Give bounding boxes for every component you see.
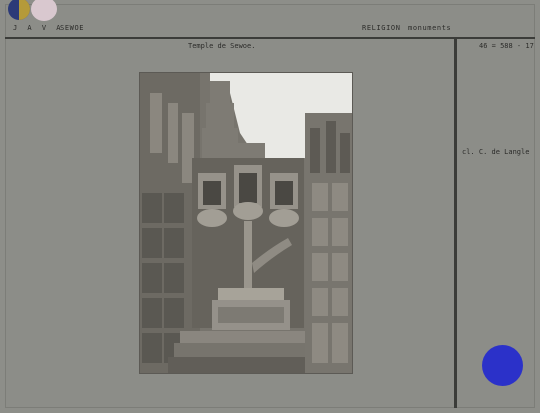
header-subject: monuments — [408, 24, 452, 32]
blue-color-dot — [482, 345, 523, 386]
color-dot-pink — [31, 0, 57, 21]
photo-credit: cl. C. de Langle — [462, 148, 530, 156]
header-island: J A V A — [13, 24, 64, 32]
photo-caption: Temple de Sewoe. — [188, 42, 256, 50]
reference-number: 46 = 588 - 17 — [479, 42, 534, 50]
header-category: RELIGION — [362, 24, 401, 32]
margin-rule — [454, 37, 457, 408]
color-dot-navy-gold — [8, 0, 30, 20]
card-header: J A V A SEWOE RELIGION monuments — [5, 0, 535, 34]
catalog-card: J A V A SEWOE RELIGION monuments Temple … — [5, 0, 535, 408]
header-place: SEWOE — [60, 24, 85, 32]
temple-photo — [140, 73, 352, 373]
